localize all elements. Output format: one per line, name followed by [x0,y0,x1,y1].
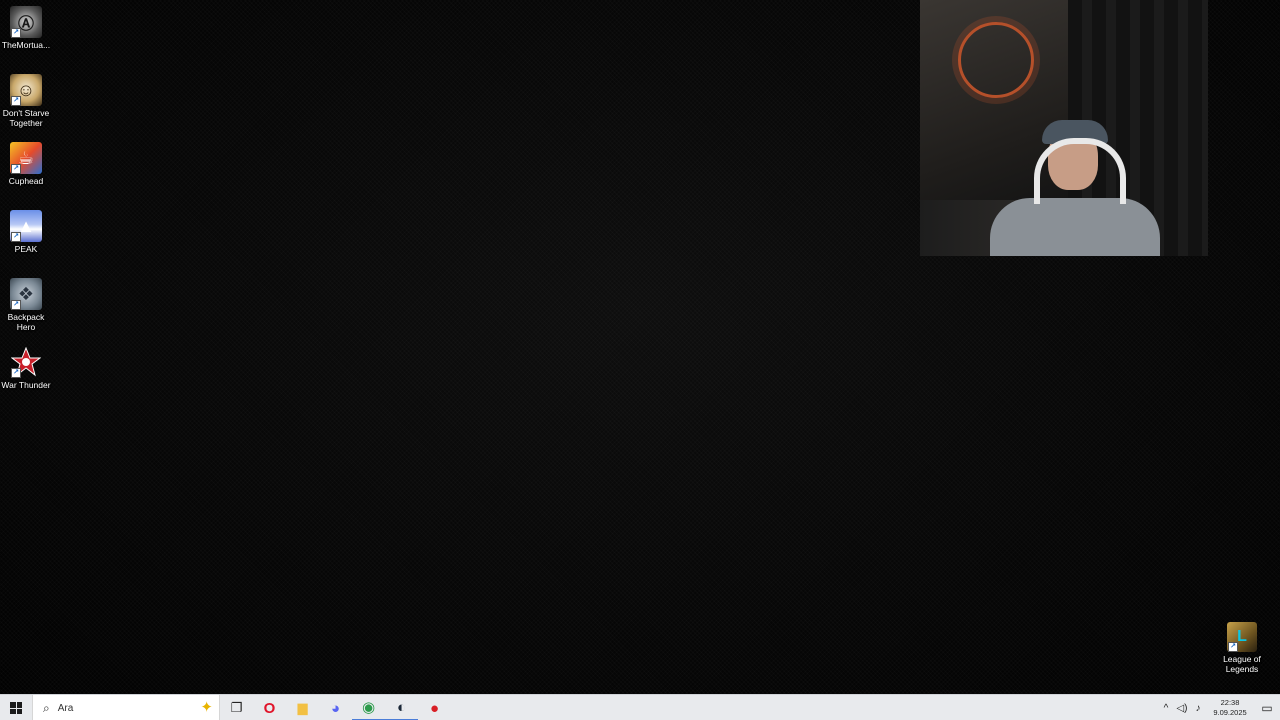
desktop-icon-label: League of Legends [1223,654,1261,674]
taskbar-app-steam[interactable]: ◐ [385,695,418,720]
shortcut-arrow-icon: ↗ [11,96,21,106]
clock[interactable]: 22:38 9.09.2025 [1206,698,1254,718]
desktop-icon-label: PEAK [14,244,38,254]
shortcut-arrow-icon: ↗ [11,232,21,242]
taskbar-app-chrome[interactable]: ◉ [352,695,385,720]
taskbar-app-opera[interactable]: O [253,695,286,720]
desktop-icon-label: Cuphead [8,176,44,186]
cuphead-icon: ☕ ↗ [10,142,42,174]
webcam-overlay [920,0,1208,256]
shortcut-arrow-icon: ↗ [1228,642,1238,652]
dont-starve-together-icon: ☺ ↗ [10,74,42,106]
streamer [990,120,1160,256]
desktop-icon-label: Don't Starve Together [2,108,50,128]
war-thunder-icon: ↗ [10,346,42,378]
taskbar-app-file-explorer[interactable]: ▆ [286,695,319,720]
system-tray: ^ ◁) ♪ 22:38 9.09.2025 ▭ [1158,695,1280,720]
desktop-icon-war-thunder[interactable]: ↗ War Thunder [0,342,52,410]
peak-icon: ▲ ↗ [10,210,42,242]
windows-icon [10,702,22,714]
shortcut-arrow-icon: ↗ [11,28,21,38]
league-of-legends-icon: L ↗ [1227,622,1257,652]
desktop: Ⓐ ↗ TheMortua... ☺ ↗ Don't Starve Togeth… [0,0,1280,694]
poster-emblem [958,22,1034,98]
record-icon: ● [429,699,440,717]
search-box[interactable]: ⌕ Ara ✦ [32,695,220,720]
steam-icon: ◐ [396,698,407,716]
taskbar-app-discord[interactable]: ◕ [319,695,352,720]
clock-date: 9.09.2025 [1213,708,1247,717]
search-icon: ⌕ [43,700,50,715]
microphone-icon[interactable]: ♪ [1190,703,1206,714]
clock-time: 22:38 [1220,698,1240,707]
desktop-icon-backpack-hero[interactable]: ❖ ↗ Backpack Hero [0,274,52,342]
desktop-icon-cuphead[interactable]: ☕ ↗ Cuphead [0,138,52,206]
discord-icon: ◕ [330,699,341,717]
search-placeholder: Ara [57,702,74,714]
desktop-icon-label: Backpack Hero [7,312,45,332]
sparkle-icon: ✦ [200,699,213,716]
themortuary-icon: Ⓐ ↗ [10,6,42,38]
taskbar: ⌕ Ara ✦ ❐ O ▆ ◕ ◉ ◐ ● ^ ◁) ♪ 22:38 9.09.… [0,694,1280,720]
shortcut-arrow-icon: ↗ [11,164,21,174]
shortcut-arrow-icon: ↗ [11,368,21,378]
backpack-hero-icon: ❖ ↗ [10,278,42,310]
shortcut-arrow-icon: ↗ [11,300,21,310]
desktop-icon-peak[interactable]: ▲ ↗ PEAK [0,206,52,274]
desktop-icon-dont-starve-together[interactable]: ☺ ↗ Don't Starve Together [0,70,52,138]
desktop-icon-themortuary[interactable]: Ⓐ ↗ TheMortua... [0,2,52,70]
start-button[interactable] [0,695,32,720]
notification-icon[interactable]: ▭ [1254,701,1280,715]
task-view-button[interactable]: ❐ [220,695,253,720]
file-explorer-icon: ▆ [297,700,308,715]
task-view-icon: ❐ [230,700,243,715]
desktop-icon-label: TheMortua... [1,40,51,50]
headset-icon [1034,138,1126,204]
desktop-icon-column: Ⓐ ↗ TheMortua... ☺ ↗ Don't Starve Togeth… [0,2,52,410]
desktop-icon-label: War Thunder [1,380,51,390]
chrome-icon: ◉ [361,699,376,716]
chevron-up-icon[interactable]: ^ [1158,703,1174,714]
taskbar-app-recorder[interactable]: ● [418,695,451,720]
volume-icon[interactable]: ◁) [1174,703,1190,714]
desktop-icon-league-of-legends[interactable]: L ↗ League of Legends [1216,622,1268,682]
opera-icon: O [263,699,276,717]
